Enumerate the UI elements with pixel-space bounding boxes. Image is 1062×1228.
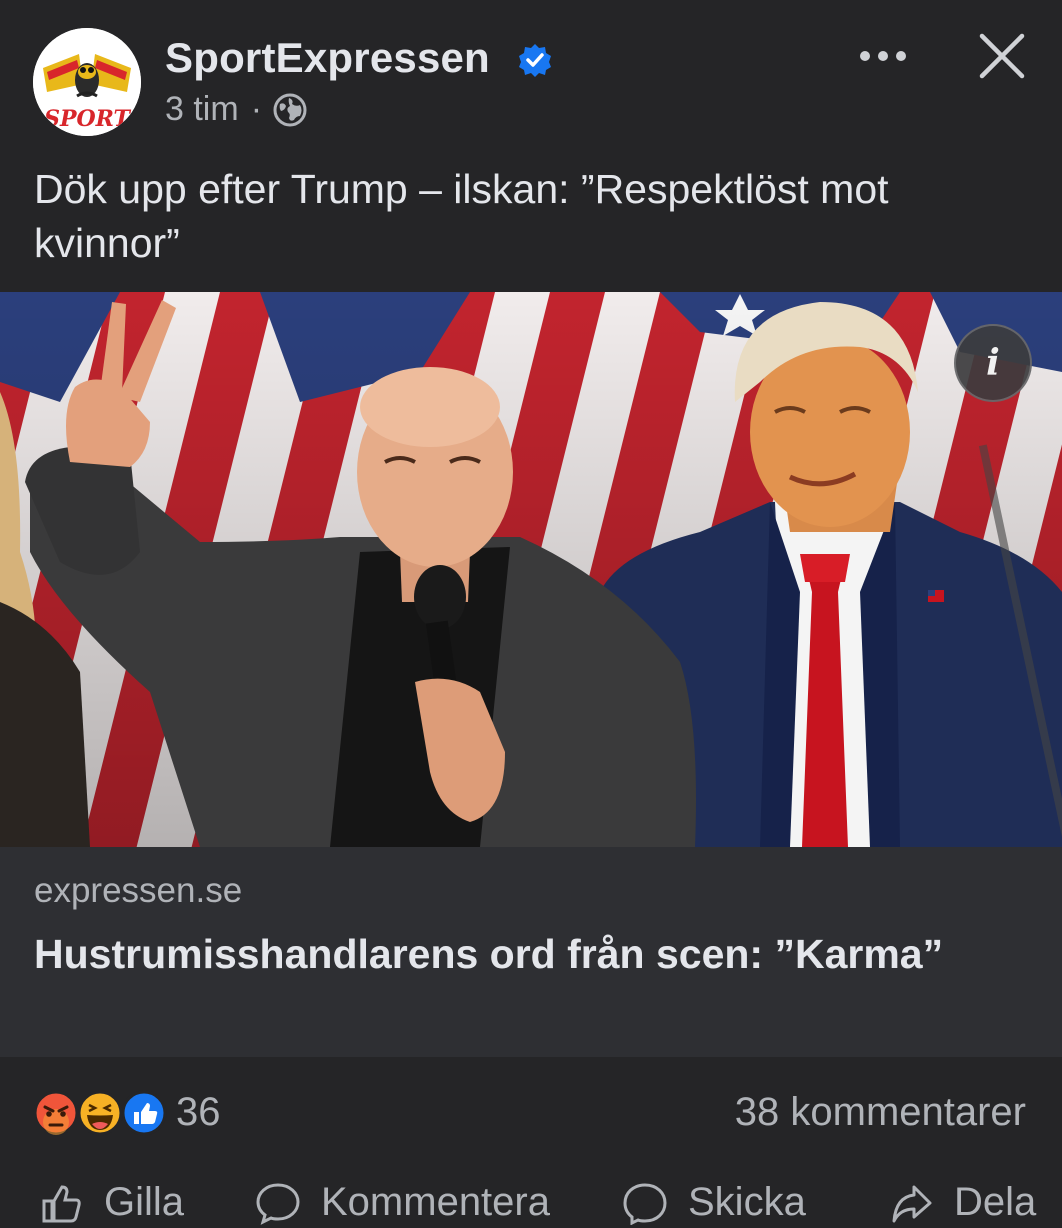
like-reaction-icon [121,1090,167,1136]
link-preview[interactable]: expressen.se Hustrumisshandlarens ord fr… [0,847,1062,1057]
haha-reaction-icon [77,1090,123,1136]
share-label: Dela [954,1180,1037,1224]
thumbs-up-icon [42,1184,81,1222]
post-text: Dök upp efter Trump – ilskan: ”Respektlö… [34,166,889,266]
like-label: Gilla [104,1180,185,1224]
send-button[interactable]: Skicka [622,1180,806,1225]
angry-reaction-icon [33,1090,79,1136]
post-image[interactable] [0,292,1062,847]
verified-badge-icon [519,44,551,77]
news-photo [0,292,1062,847]
comment-button[interactable]: Kommentera [255,1180,550,1225]
send-label: Skicka [688,1180,806,1224]
post-time[interactable]: 3 tim [165,90,239,129]
share-button[interactable]: Dela [890,1180,1036,1225]
reaction-count[interactable]: 36 [176,1090,221,1135]
svg-text:SPORT: SPORT [44,106,131,132]
info-icon[interactable]: i [954,324,1032,402]
comment-icon [256,1182,300,1225]
action-bar: Gilla Kommentera Skicka Dela [0,1168,1062,1228]
post-meta: 3 tim · [165,90,308,129]
reaction-icons[interactable] [32,1090,172,1136]
link-domain: expressen.se [34,871,243,910]
messenger-icon [623,1182,667,1225]
page-avatar[interactable]: SPORT [33,28,141,136]
like-button[interactable]: Gilla [40,1180,184,1225]
link-title: Hustrumisshandlarens ord från scen: ”Kar… [34,931,944,977]
more-dots-icon[interactable] [855,36,911,76]
reactions-bar: 36 38 kommentarer [0,1070,1062,1160]
close-icon[interactable] [976,30,1028,82]
sportexpressen-logo: SPORT [33,28,141,136]
comments-count[interactable]: 38 kommentarer [735,1090,1026,1135]
meta-separator: · [250,90,263,128]
page-name[interactable]: SportExpressen [165,34,490,82]
post-header: SPORT SportExpressen 3 tim · [0,0,1062,150]
globe-icon [273,93,307,126]
comment-label: Kommentera [321,1180,550,1224]
share-icon [892,1185,932,1222]
